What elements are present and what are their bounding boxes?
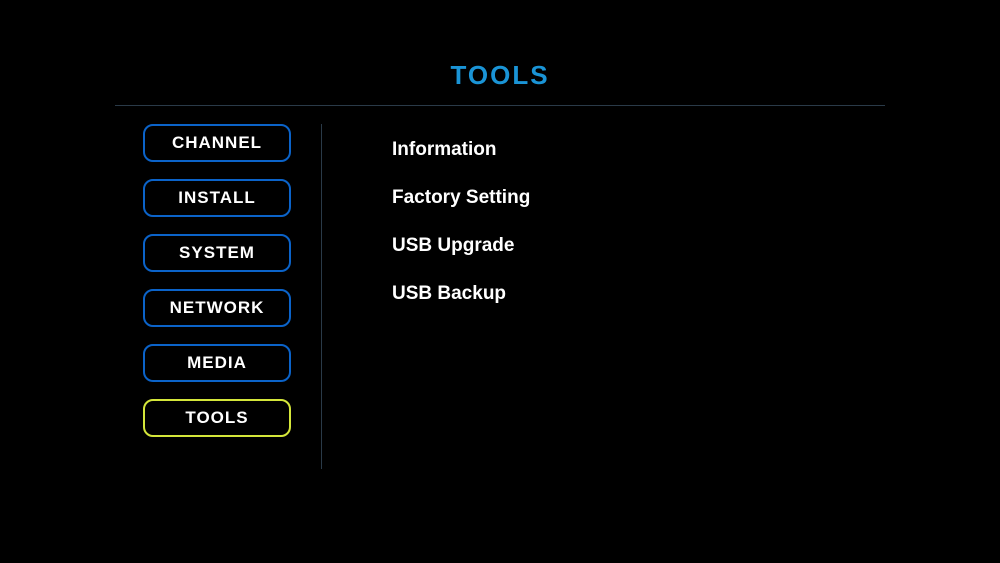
sidebar-item-install[interactable]: INSTALL <box>143 179 291 217</box>
sidebar-item-media[interactable]: MEDIA <box>143 344 291 382</box>
sidebar-item-label: SYSTEM <box>179 243 255 262</box>
page-title: TOOLS <box>115 60 885 105</box>
menu-item-label: Information <box>392 139 497 160</box>
sidebar-item-label: CHANNEL <box>172 133 262 152</box>
sidebar-item-system[interactable]: SYSTEM <box>143 234 291 272</box>
menu-item-information[interactable]: Information <box>392 126 885 174</box>
sidebar-item-channel[interactable]: CHANNEL <box>143 124 291 162</box>
sidebar-item-label: TOOLS <box>185 408 248 427</box>
divider-horizontal <box>115 105 885 106</box>
menu-item-usb-backup[interactable]: USB Backup <box>392 270 885 318</box>
sidebar: CHANNEL INSTALL SYSTEM NETWORK MEDIA TOO… <box>115 124 321 469</box>
menu-item-usb-upgrade[interactable]: USB Upgrade <box>392 222 885 270</box>
sidebar-item-label: NETWORK <box>170 298 265 317</box>
settings-frame: TOOLS CHANNEL INSTALL SYSTEM NETWORK MED… <box>115 60 885 473</box>
menu-item-label: Factory Setting <box>392 187 530 208</box>
sidebar-item-network[interactable]: NETWORK <box>143 289 291 327</box>
sidebar-item-tools[interactable]: TOOLS <box>143 399 291 437</box>
main-panel: Information Factory Setting USB Upgrade … <box>322 124 885 469</box>
sidebar-item-label: INSTALL <box>178 188 256 207</box>
menu-item-label: USB Upgrade <box>392 235 514 256</box>
content-row: CHANNEL INSTALL SYSTEM NETWORK MEDIA TOO… <box>115 124 885 469</box>
menu-item-factory-setting[interactable]: Factory Setting <box>392 174 885 222</box>
sidebar-item-label: MEDIA <box>187 353 247 372</box>
menu-item-label: USB Backup <box>392 283 506 304</box>
